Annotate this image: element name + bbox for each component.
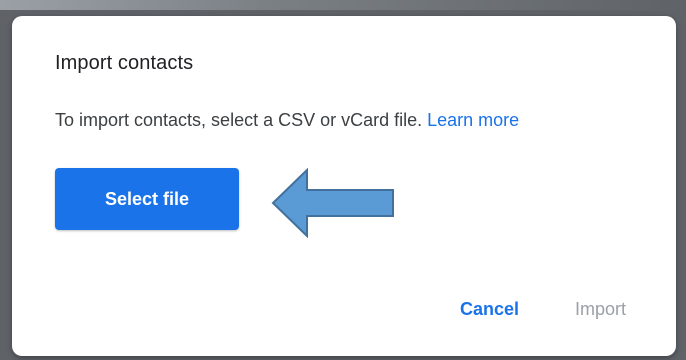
- cancel-button[interactable]: Cancel: [432, 293, 547, 326]
- left-arrow-icon: [271, 168, 394, 238]
- learn-more-link[interactable]: Learn more: [427, 110, 519, 130]
- select-file-button[interactable]: Select file: [55, 168, 239, 230]
- import-contacts-dialog: Import contacts To import contacts, sele…: [12, 16, 676, 356]
- backdrop-top-strip: [0, 0, 686, 10]
- dialog-title: Import contacts: [55, 52, 194, 74]
- dialog-description: To import contacts, select a CSV or vCar…: [55, 110, 519, 131]
- arrow-shape: [271, 168, 394, 238]
- description-text: To import contacts, select a CSV or vCar…: [55, 110, 428, 130]
- dialog-actions: Cancel Import: [432, 293, 654, 326]
- import-button[interactable]: Import: [547, 293, 654, 326]
